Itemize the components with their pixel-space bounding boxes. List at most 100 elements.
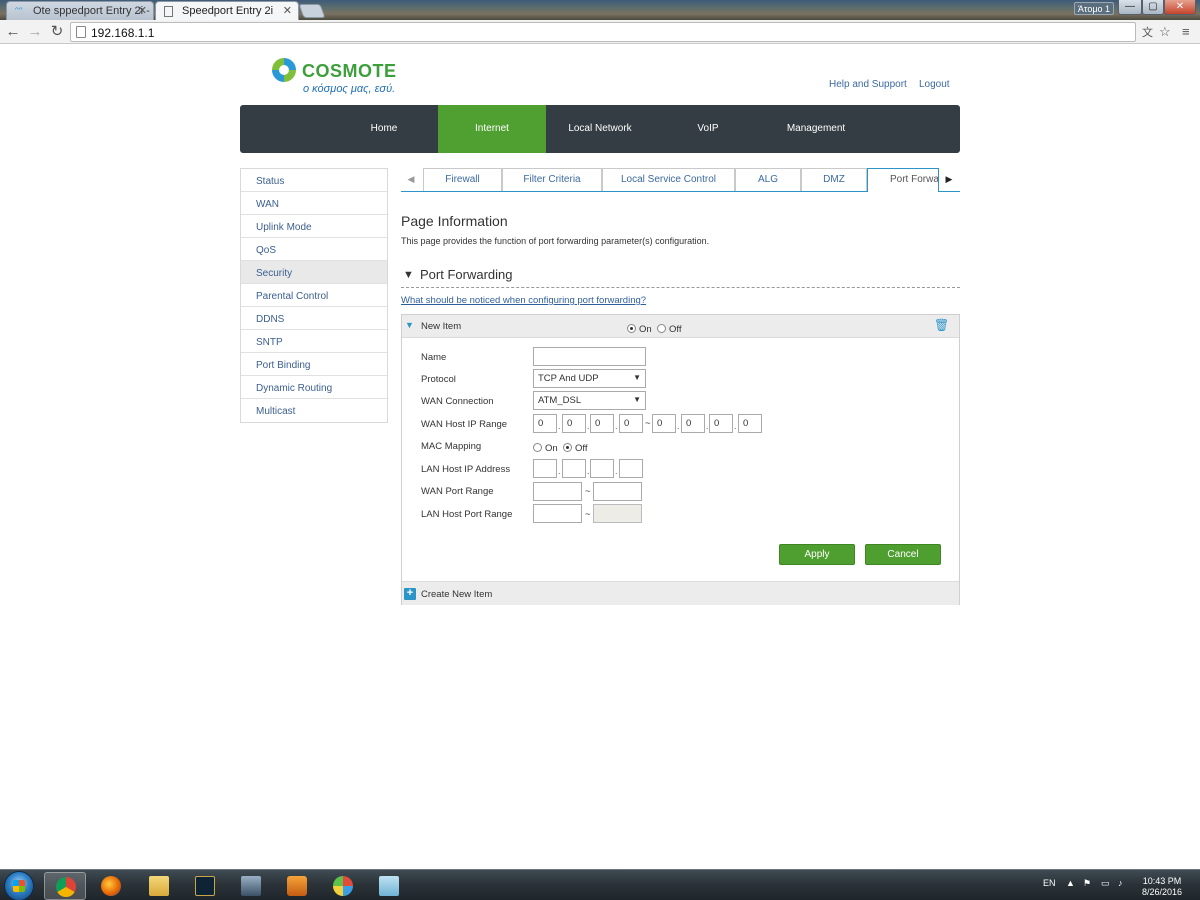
- port-forwarding-help-link[interactable]: What should be noticed when configuring …: [401, 295, 646, 306]
- taskbar-app-chrome[interactable]: [44, 872, 86, 900]
- wan-ip-end-octet[interactable]: 0: [738, 414, 762, 433]
- name-input[interactable]: [533, 347, 646, 366]
- profile-button[interactable]: Άτομο 1: [1074, 2, 1114, 15]
- tab-firewall[interactable]: Firewall: [423, 168, 502, 191]
- taskbar-app-paint[interactable]: [322, 872, 364, 900]
- cosmote-logo-icon: [272, 58, 296, 82]
- scroll-right-icon[interactable]: ▶: [939, 168, 959, 191]
- close-window-button[interactable]: ✕: [1164, 0, 1196, 15]
- enable-on-radio[interactable]: [627, 324, 636, 333]
- protocol-select[interactable]: TCP And UDP ▼: [533, 369, 646, 388]
- address-bar[interactable]: 192.168.1.1: [70, 22, 1136, 42]
- sidebar-item-uplink-mode[interactable]: Uplink Mode: [241, 215, 387, 238]
- reload-icon[interactable]: ↻: [48, 23, 66, 41]
- maximize-button[interactable]: ▢: [1142, 0, 1164, 15]
- trash-icon[interactable]: 🗑: [934, 319, 949, 332]
- nav-internet[interactable]: Internet: [438, 105, 546, 153]
- volume-icon[interactable]: ♪: [1118, 878, 1123, 888]
- lan-ip-octet[interactable]: [562, 459, 586, 478]
- wan-connection-select[interactable]: ATM_DSL ▼: [533, 391, 646, 410]
- sidebar-item-ddns[interactable]: DDNS: [241, 307, 387, 330]
- item-title: New Item: [421, 321, 462, 332]
- system-clock[interactable]: 10:43 PM 8/26/2016: [1132, 876, 1192, 898]
- nav-local-network[interactable]: Local Network: [546, 105, 654, 153]
- wan-ip-end-octet[interactable]: 0: [709, 414, 733, 433]
- wan-ip-start-octet[interactable]: 0: [619, 414, 643, 433]
- sidebar-item-multicast[interactable]: Multicast: [241, 399, 387, 422]
- network-icon[interactable]: ▭: [1101, 878, 1110, 889]
- tab-dmz[interactable]: DMZ: [801, 168, 867, 191]
- show-hidden-icons-icon[interactable]: ▲: [1066, 878, 1075, 888]
- browser-toolbar: ← → ↻ 192.168.1.1 文 ☆ ≡: [0, 20, 1200, 44]
- plus-icon[interactable]: +: [404, 588, 416, 600]
- close-tab-icon[interactable]: ✕: [138, 4, 147, 17]
- close-tab-icon[interactable]: ✕: [283, 4, 292, 17]
- taskbar-app-league[interactable]: [184, 872, 226, 900]
- translate-icon[interactable]: 文: [1142, 24, 1153, 40]
- browser-tab-active[interactable]: Speedport Entry 2i ✕: [155, 1, 299, 20]
- scroll-left-icon[interactable]: ◀: [401, 168, 421, 191]
- logout-link[interactable]: Logout: [919, 79, 950, 90]
- on-label: On: [639, 324, 652, 335]
- hamburger-icon[interactable]: ≡: [1182, 24, 1190, 39]
- sidebar-item-port-binding[interactable]: Port Binding: [241, 353, 387, 376]
- sidebar-item-dynamic-routing[interactable]: Dynamic Routing: [241, 376, 387, 399]
- tab-local-service-control[interactable]: Local Service Control: [602, 168, 735, 191]
- taskbar-app-task-manager[interactable]: [230, 872, 272, 900]
- wan-ip-end-octet[interactable]: 0: [652, 414, 676, 433]
- tab-port-forwarding[interactable]: Port Forwar: [867, 168, 939, 192]
- sidebar-item-parental-control[interactable]: Parental Control: [241, 284, 387, 307]
- lan-ip-octet[interactable]: [619, 459, 643, 478]
- create-new-item-bar[interactable]: + Create New Item: [402, 581, 959, 605]
- lan-ip-octet[interactable]: [590, 459, 614, 478]
- taskbar-app-media-player[interactable]: [276, 872, 318, 900]
- clock-date: 8/26/2016: [1141, 887, 1183, 897]
- mac-on-radio[interactable]: [533, 443, 542, 452]
- task-manager-icon: [241, 876, 261, 896]
- ip-separator: .: [734, 421, 737, 431]
- lan-ip-octet[interactable]: [533, 459, 557, 478]
- on-label: On: [545, 443, 558, 454]
- notes-icon: [379, 876, 399, 896]
- taskbar-app-firefox[interactable]: [90, 872, 132, 900]
- windows-start-icon[interactable]: [4, 871, 34, 900]
- minimize-button[interactable]: —: [1118, 0, 1142, 15]
- apply-button[interactable]: Apply: [779, 544, 855, 565]
- page-title: Page Information: [401, 213, 508, 229]
- collapse-triangle-icon[interactable]: ▼: [403, 269, 414, 281]
- wan-ip-end-octet[interactable]: 0: [681, 414, 705, 433]
- cancel-button[interactable]: Cancel: [865, 544, 941, 565]
- nav-home[interactable]: Home: [330, 105, 438, 153]
- wan-port-end-input[interactable]: [593, 482, 642, 501]
- taskbar-app-notes[interactable]: [368, 872, 410, 900]
- action-center-flag-icon[interactable]: ⚑: [1083, 878, 1091, 889]
- section-header[interactable]: ▼ Port Forwarding: [401, 266, 960, 288]
- arrow-right-icon[interactable]: →: [26, 23, 44, 41]
- star-icon[interactable]: ☆: [1159, 24, 1171, 40]
- lan-port-start-input[interactable]: [533, 504, 582, 523]
- create-new-item-label[interactable]: Create New Item: [421, 589, 492, 600]
- new-tab-button[interactable]: [298, 4, 326, 18]
- wan-ip-start-octet[interactable]: 0: [590, 414, 614, 433]
- wan-port-start-input[interactable]: [533, 482, 582, 501]
- sidebar-item-status[interactable]: Status: [241, 169, 387, 192]
- tab-filter-criteria[interactable]: Filter Criteria: [502, 168, 602, 191]
- language-indicator[interactable]: EN: [1043, 878, 1056, 888]
- expand-triangle-icon[interactable]: ▼: [405, 320, 414, 330]
- wan-ip-start-octet[interactable]: 0: [562, 414, 586, 433]
- sidebar-item-qos[interactable]: QoS: [241, 238, 387, 261]
- browser-tab[interactable]: ᵔᵔ Ote sppedport Entry 2i - \ ✕: [6, 1, 154, 20]
- mac-off-radio[interactable]: [563, 443, 573, 452]
- sidebar-item-sntp[interactable]: SNTP: [241, 330, 387, 353]
- port-forwarding-item-panel: ▼ New Item On Off 🗑 Name Protocol TCP An…: [401, 314, 960, 605]
- wan-ip-start-octet[interactable]: 0: [533, 414, 557, 433]
- sidebar-item-wan[interactable]: WAN: [241, 192, 387, 215]
- taskbar-app-explorer[interactable]: [138, 872, 180, 900]
- arrow-left-icon[interactable]: ←: [4, 23, 22, 41]
- nav-management[interactable]: Management: [762, 105, 870, 153]
- enable-off-radio[interactable]: [657, 324, 667, 333]
- sidebar-item-security[interactable]: Security: [241, 261, 387, 284]
- tab-alg[interactable]: ALG: [735, 168, 801, 191]
- help-support-link[interactable]: Help and Support: [829, 79, 907, 90]
- nav-voip[interactable]: VoIP: [654, 105, 762, 153]
